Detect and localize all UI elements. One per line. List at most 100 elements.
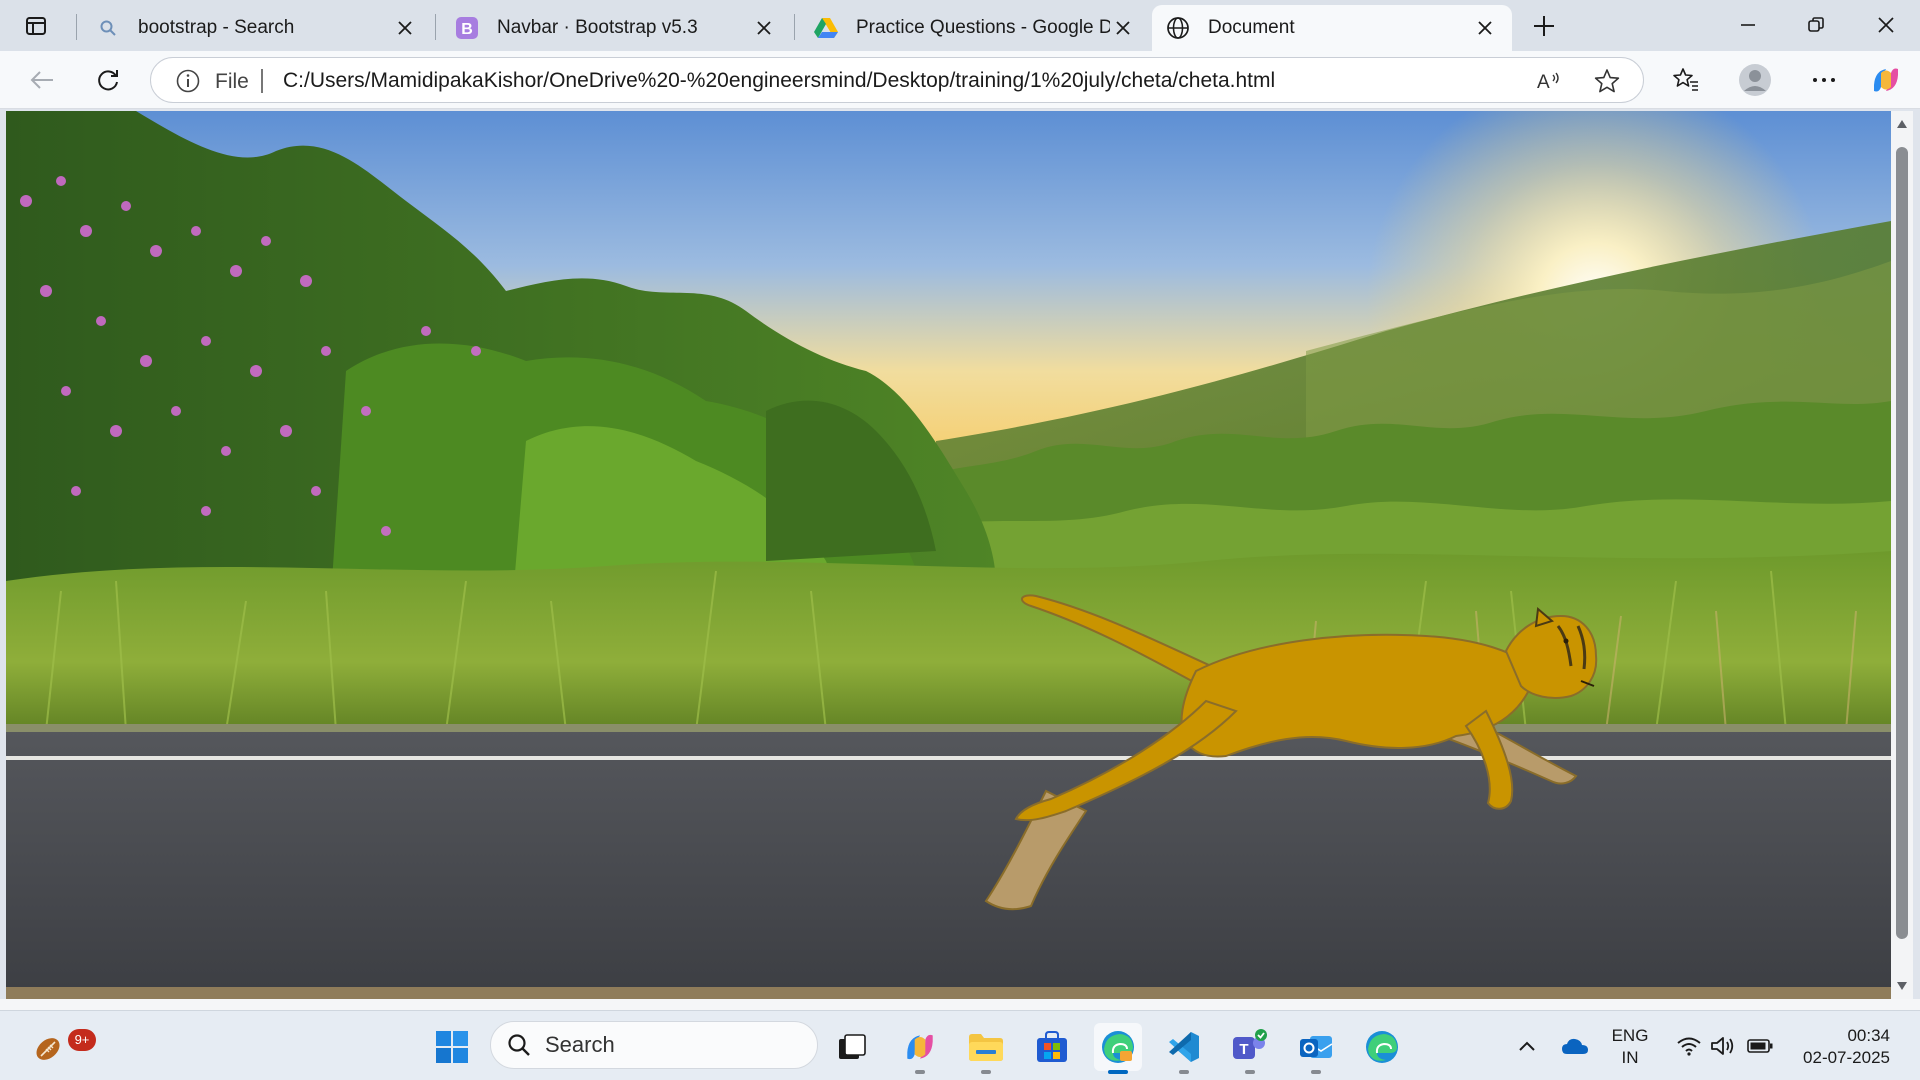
outlook-button[interactable] (1292, 1023, 1340, 1074)
wifi-icon (1677, 1037, 1701, 1056)
task-view-icon (839, 1034, 866, 1059)
profile-button[interactable] (1735, 60, 1775, 100)
tab-bootstrap-search[interactable]: bootstrap - Search (82, 5, 432, 51)
close-tab-icon[interactable] (751, 15, 777, 41)
close-window-button[interactable] (1858, 6, 1914, 44)
task-view-button[interactable] (828, 1023, 876, 1071)
edge-taskbar-button[interactable] (1094, 1023, 1142, 1074)
tab-document[interactable]: Document (1152, 5, 1512, 51)
file-explorer-button[interactable] (962, 1023, 1010, 1074)
close-icon (1878, 17, 1894, 33)
tab-title: Document (1208, 17, 1295, 38)
widgets-button[interactable]: 9+ (24, 1023, 96, 1071)
running-indicator (1245, 1070, 1255, 1074)
page-viewport (6, 111, 1891, 999)
scroll-down-arrow-icon[interactable] (1895, 979, 1909, 993)
url-scheme-label: File (215, 70, 249, 93)
info-icon[interactable] (175, 68, 201, 94)
favorites-button[interactable] (1666, 60, 1706, 100)
edge-secondary-button[interactable] (1358, 1023, 1406, 1071)
wifi-tray-icon[interactable] (1674, 1031, 1704, 1061)
notification-badge: 9+ (68, 1029, 96, 1051)
copilot-icon (907, 1034, 933, 1060)
page-scrollbar[interactable] (1891, 111, 1913, 999)
vscode-button[interactable] (1160, 1023, 1208, 1074)
svg-text:B: B (461, 21, 473, 38)
system-clock[interactable]: 00:34 02-07-2025 (1790, 1025, 1890, 1069)
restore-window-button[interactable] (1788, 6, 1844, 44)
restore-icon (1808, 17, 1824, 32)
refresh-icon (98, 70, 118, 91)
clock-date: 02-07-2025 (1803, 1048, 1890, 1067)
running-indicator (981, 1070, 991, 1074)
scroll-up-arrow-icon[interactable] (1895, 117, 1909, 131)
clock-time: 00:34 (1847, 1026, 1890, 1045)
sports-ball-icon (36, 1038, 60, 1060)
microsoft-store-button[interactable] (1028, 1023, 1076, 1071)
tab-separator (435, 14, 436, 40)
svg-text:T: T (1239, 1041, 1248, 1058)
language-indicator[interactable]: ENG IN (1610, 1025, 1650, 1069)
language-code: ENG (1611, 1026, 1649, 1045)
taskbar-search-box[interactable]: Search (490, 1021, 818, 1069)
globe-icon (1166, 16, 1190, 40)
chevron-up-icon (1519, 1041, 1535, 1051)
edge-icon (1102, 1031, 1134, 1063)
onedrive-tray-icon[interactable] (1560, 1031, 1590, 1061)
close-tab-icon[interactable] (392, 15, 418, 41)
minimize-window-button[interactable] (1720, 6, 1776, 44)
copilot-icon (1874, 68, 1898, 92)
new-tab-button[interactable] (1526, 10, 1562, 42)
battery-tray-icon[interactable] (1745, 1031, 1775, 1061)
favorite-star-icon[interactable] (1593, 67, 1621, 95)
running-indicator (1179, 1070, 1189, 1074)
search-label: Search (545, 1032, 615, 1057)
running-indicator (1108, 1070, 1128, 1074)
close-tab-icon[interactable] (1110, 15, 1136, 41)
address-bar[interactable]: File C:/Users/MamidipakaKishor/OneDrive%… (150, 57, 1644, 103)
start-button[interactable] (428, 1023, 476, 1071)
volume-tray-icon[interactable] (1708, 1031, 1738, 1061)
tab-title: Navbar · Bootstrap v5.3 (497, 17, 698, 38)
search-icon (508, 1034, 530, 1056)
store-icon (1037, 1031, 1067, 1062)
region-code: IN (1621, 1048, 1639, 1067)
copilot-button[interactable] (1866, 60, 1906, 100)
google-drive-icon (814, 16, 838, 40)
search-icon (96, 16, 120, 40)
tab-separator (76, 14, 77, 40)
back-arrow-icon (30, 71, 53, 89)
window-bottom-edge (0, 999, 1920, 1010)
svg-text:A: A (1537, 72, 1550, 93)
tab-separator (794, 14, 795, 40)
cloud-icon (1562, 1038, 1588, 1054)
teams-button[interactable]: T (1226, 1023, 1274, 1074)
show-hidden-icons-button[interactable] (1512, 1031, 1542, 1061)
close-tab-icon[interactable] (1472, 15, 1498, 41)
tab-actions-icon (26, 17, 46, 35)
settings-and-more-button[interactable] (1804, 60, 1844, 100)
url-text[interactable]: C:/Users/MamidipakaKishor/OneDrive%20-%2… (283, 69, 1275, 93)
edge-icon (1366, 1031, 1398, 1063)
running-indicator (915, 1070, 925, 1074)
tab-navbar-bootstrap[interactable]: B Navbar · Bootstrap v5.3 (441, 5, 791, 51)
refresh-button[interactable] (88, 60, 128, 100)
tab-title: Practice Questions - Google Drive (856, 17, 1110, 38)
back-button[interactable] (22, 60, 62, 100)
read-aloud-icon[interactable]: A (1535, 67, 1563, 95)
url-divider (261, 69, 263, 93)
tab-actions-menu-button[interactable] (10, 8, 62, 44)
battery-icon (1747, 1039, 1773, 1053)
folder-icon (969, 1034, 1003, 1061)
minimize-icon (1741, 24, 1755, 26)
copilot-taskbar-button[interactable] (896, 1023, 944, 1074)
windows-taskbar: 9+ Search T ENG IN 00:34 02-07-2025 (0, 1010, 1920, 1080)
bootstrap-logo-icon: B (455, 16, 479, 40)
plus-icon (1534, 16, 1554, 36)
browser-toolbar: File C:/Users/MamidipakaKishor/OneDrive%… (0, 51, 1920, 109)
teams-icon: T (1233, 1029, 1267, 1059)
tab-practice-questions-drive[interactable]: Practice Questions - Google Drive (800, 5, 1150, 51)
scrollbar-thumb[interactable] (1896, 147, 1908, 939)
more-dots-icon (1813, 78, 1835, 82)
cheetah-running-on-road-scene (6, 111, 1891, 999)
